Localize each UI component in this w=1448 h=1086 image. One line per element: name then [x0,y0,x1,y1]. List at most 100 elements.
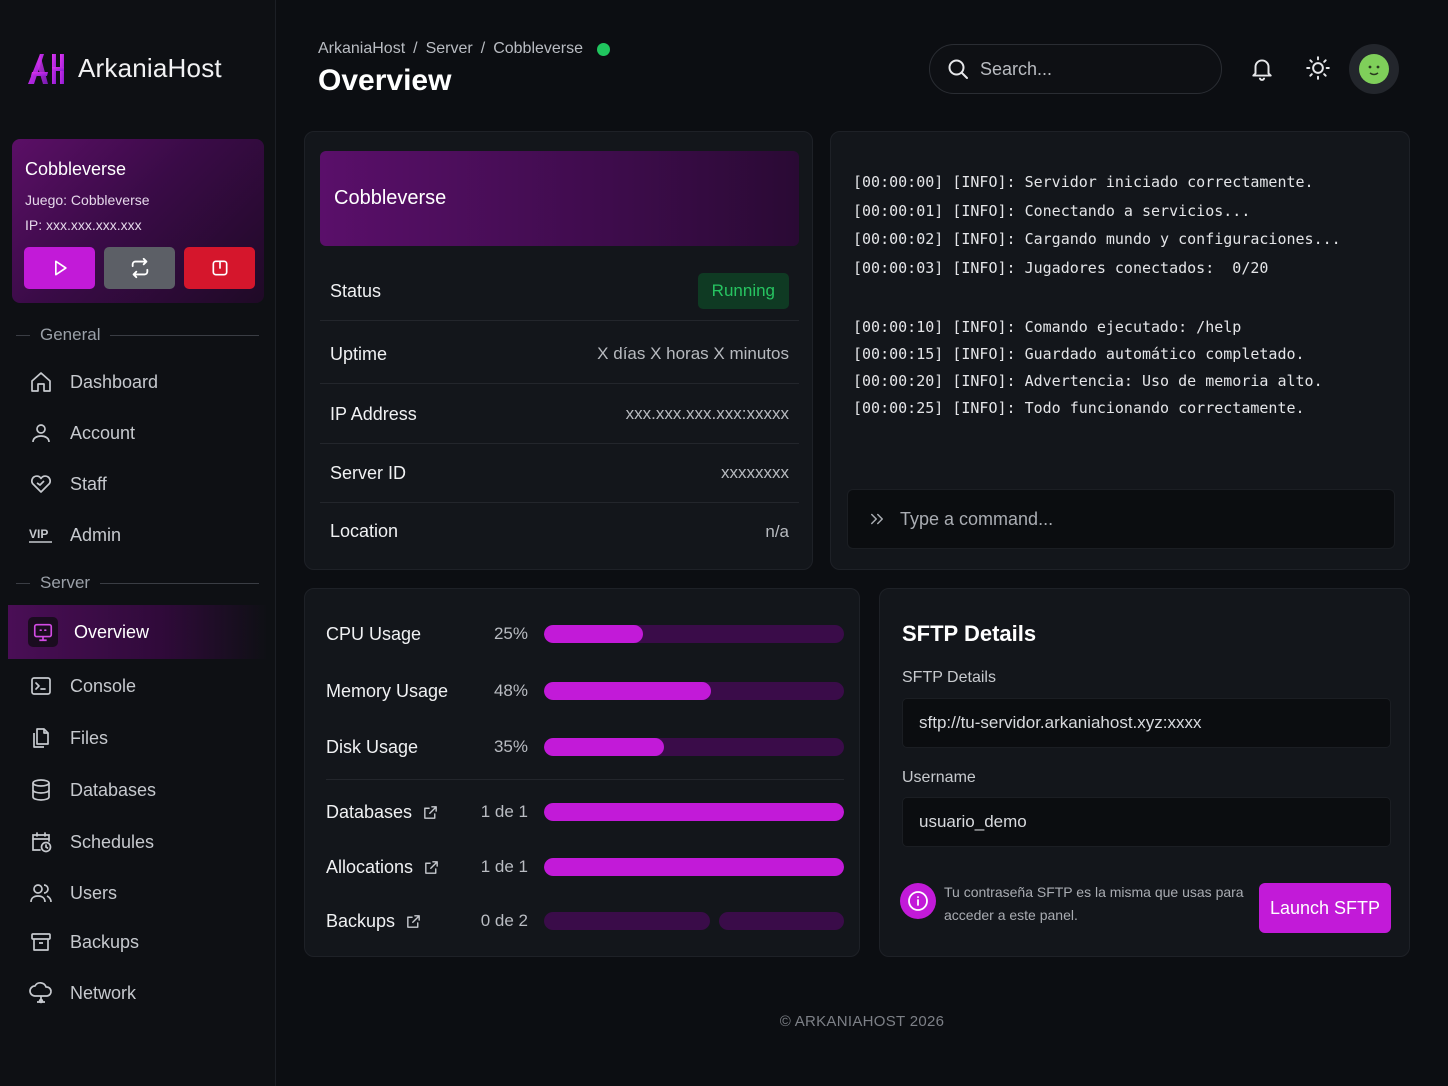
sidebar-item-label: Backups [70,931,140,952]
backups-row: Backups 0 de 2 [326,906,844,936]
search-icon [948,59,968,79]
sidebar-item-network[interactable]: Network [8,967,268,1019]
disk-usage-fill [544,738,664,756]
terminal-icon [28,673,54,699]
play-icon [54,260,67,276]
uptime-value: X días X horas X minutos [597,344,789,363]
breadcrumb-separator: / [413,40,418,57]
restart-server-button[interactable] [104,247,175,289]
info-icon [900,883,936,919]
sidebar-item-backups[interactable]: Backups [8,916,268,968]
location-label: Location [330,521,399,541]
user-avatar-button[interactable] [1349,44,1399,94]
server-info-title: Cobbleverse [334,187,447,209]
sftp-address-field[interactable] [902,698,1391,748]
stop-server-button[interactable] [184,247,255,289]
sidebar-item-admin[interactable]: VIP Admin [8,509,268,561]
breadcrumb-item[interactable]: ArkaniaHost [318,40,405,58]
heart-handshake-icon [28,471,54,497]
sidebar-item-label: Network [70,982,137,1003]
bell-icon [1252,59,1272,81]
sidebar-item-users[interactable]: Users [8,867,268,919]
ip-address-value: xxx.xxx.xxx.xxx:xxxxx [625,404,789,423]
uptime-row: Uptime X días X horas X minutos [320,325,799,384]
status-badge: Running [697,273,789,309]
ip-address-row: IP Address xxx.xxx.xxx.xxx:xxxxx [320,385,799,444]
launch-sftp-button[interactable]: Launch SFTP [1259,883,1391,933]
external-link-icon [425,860,438,874]
databases-fill [544,803,844,821]
brand-logo[interactable]: ArkaniaHost [26,50,222,86]
console-line: [00:00:25] [INFO]: Todo funcionando corr… [853,399,1305,417]
cpu-usage-bar [544,625,844,643]
svg-text:VIP: VIP [29,527,48,541]
vip-icon: VIP [28,522,54,548]
search-input[interactable] [980,58,1200,80]
allocations-fill [544,858,844,876]
allocations-link[interactable]: Allocations [326,857,456,878]
console-output[interactable]: [00:00:00] [INFO]: Servidor iniciado cor… [853,168,1341,422]
backups-link[interactable]: Backups [326,911,456,932]
cpu-usage-value: 25% [493,624,528,643]
console-line: [00:00:02] [INFO]: Cargando mundo y conf… [853,230,1341,248]
page-title: Overview [318,64,452,97]
databases-label: Databases [326,801,413,822]
sftp-title: SFTP Details [902,621,1037,646]
notifications-button[interactable] [1248,54,1276,82]
sftp-card: SFTP Details SFTP Details Username Tu co… [879,588,1410,957]
power-icon [212,260,227,276]
sidebar-item-console[interactable]: Console [8,660,268,712]
search-bar[interactable] [929,44,1222,94]
memory-usage-row: Memory Usage 48% [326,676,844,706]
sidebar-item-databases[interactable]: Databases [8,764,268,816]
sidebar-item-files[interactable]: Files [8,712,268,764]
breadcrumb-item[interactable]: Server [426,40,473,58]
sidebar-item-dashboard[interactable]: Dashboard [8,356,268,408]
console-line: [00:00:15] [INFO]: Guardado automático c… [853,345,1305,363]
command-input[interactable] [900,508,1380,530]
sftp-username-field[interactable] [902,797,1391,847]
sidebar-item-staff[interactable]: Staff [8,458,268,510]
sidebar-item-overview[interactable]: Overview [8,605,268,659]
database-icon [28,777,54,803]
cpu-usage-label: CPU Usage [326,623,422,644]
databases-link[interactable]: Databases [326,802,456,823]
monitor-icon [28,617,58,647]
server-info-card: Cobbleverse Status Running Uptime X días… [304,131,813,570]
command-bar[interactable] [847,489,1395,549]
section-server: Server [16,573,259,593]
archive-icon [28,929,54,955]
memory-usage-bar [544,682,844,700]
disk-usage-value: 35% [493,737,528,756]
breadcrumb: ArkaniaHost / Server / Cobbleverse [318,40,611,58]
section-general-label: General [40,325,101,344]
ip-address-label: IP Address [330,403,417,424]
section-general: General [16,325,259,345]
uptime-label: Uptime [330,343,388,364]
location-row: Location n/a [320,502,799,561]
console-line: [00:00:01] [INFO]: Conectando a servicio… [853,201,1251,220]
brand-name: ArkaniaHost [78,52,222,83]
databases-row: Databases 1 de 1 [326,797,844,827]
footer-copyright: © ARKANIAHOST 2026 [779,1013,945,1030]
theme-toggle-button[interactable] [1304,54,1332,82]
breadcrumb-item[interactable]: Cobbleverse [493,40,583,58]
backups-label: Backups [326,910,396,931]
sidebar-item-label: Users [70,882,118,903]
sftp-address-label: SFTP Details [902,669,996,686]
allocations-bar [544,858,844,876]
sidebar-item-label: Admin [70,524,122,545]
sftp-password-note: Tu contraseña SFTP es la misma que usas … [944,884,1244,923]
sidebar-item-label: Schedules [70,831,155,852]
sidebar-item-schedules[interactable]: Schedules [8,816,268,868]
allocations-value: 1 de 1 [480,857,528,876]
resource-usage-card: CPU Usage 25% Memory Usage 48% Disk Usag… [304,588,860,957]
sidebar-item-label: Dashboard [70,371,159,392]
server-info-header: Cobbleverse [320,151,799,246]
sidebar-item-account[interactable]: Account [8,407,268,459]
server-id-value: xxxxxxxx [721,463,789,482]
console-line: [00:00:00] [INFO]: Servidor iniciado cor… [853,173,1314,191]
start-server-button[interactable] [24,247,95,289]
allocations-row: Allocations 1 de 1 [326,852,844,882]
